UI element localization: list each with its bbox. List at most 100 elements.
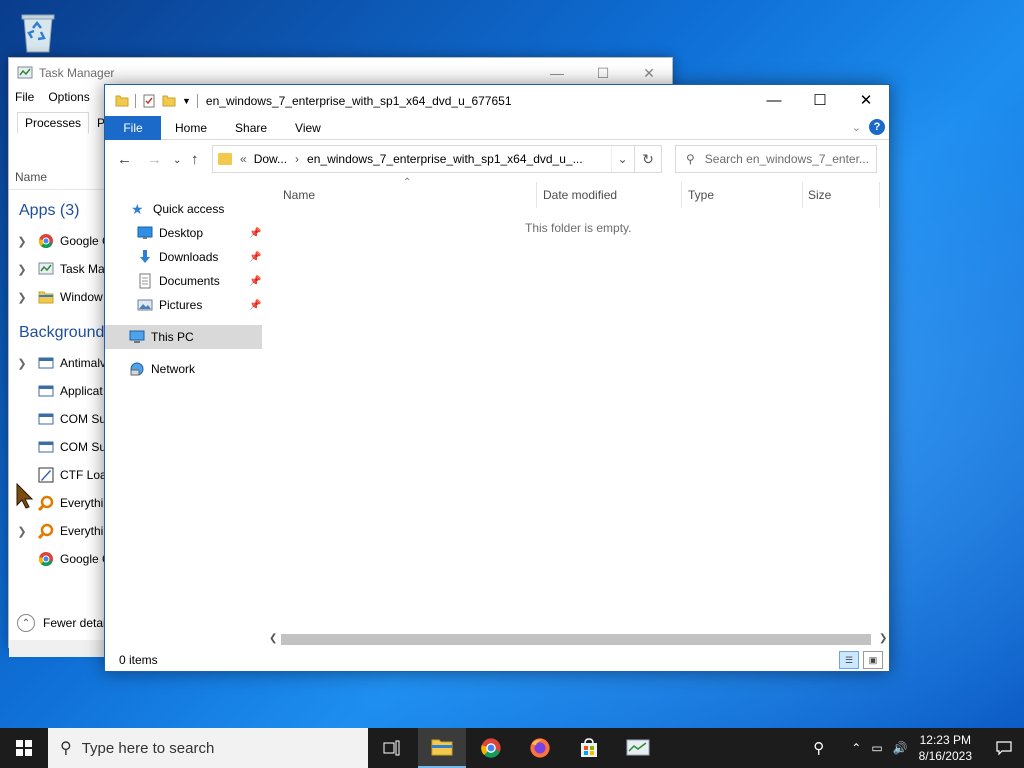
folder-icon [38, 291, 54, 304]
recycle-bin-icon[interactable] [14, 6, 62, 56]
system-tray: ⚲ ⌃ ▭ 🔊 12:23 PM 8/16/2023 [808, 728, 1024, 768]
expand-chevron-icon[interactable]: ❯ [15, 291, 29, 304]
nav-label: Downloads [159, 250, 219, 264]
process-row[interactable]: COM Su [15, 433, 106, 461]
address-dropdown-icon[interactable]: ⌄ [611, 146, 633, 172]
nav-this-pc[interactable]: This PC [129, 326, 194, 348]
notifications-button[interactable] [984, 728, 1024, 768]
expand-chevron-icon[interactable]: ❯ [15, 235, 29, 248]
taskbar-chrome[interactable] [467, 728, 515, 768]
expand-ribbon-icon[interactable]: ⌄ [852, 121, 861, 134]
task-manager-icon [17, 66, 33, 79]
refresh-button[interactable]: ↻ [634, 145, 662, 173]
column-header-size[interactable]: Size [808, 184, 831, 206]
scrollbar-thumb[interactable] [281, 634, 871, 645]
pin-icon[interactable]: 📌 [249, 252, 261, 263]
address-bar[interactable]: « Dow... › en_windows_7_enterprise_with_… [212, 145, 662, 173]
close-button[interactable]: ✕ [843, 85, 889, 115]
task-manager-icon [626, 739, 650, 756]
menu-options[interactable]: Options [48, 90, 89, 104]
tab-view[interactable]: View [281, 116, 335, 140]
clock[interactable]: 12:23 PM 8/16/2023 [919, 732, 972, 764]
file-explorer-window[interactable]: ▼ en_windows_7_enterprise_with_sp1_x64_d… [104, 84, 890, 672]
process-row[interactable]: ❯ Antimalv [15, 349, 106, 377]
taskbar-firefox[interactable] [516, 728, 564, 768]
star-icon: ★ [131, 201, 144, 217]
search-box[interactable]: ⚲ Search en_windows_7_enter... [675, 145, 877, 173]
process-row[interactable]: Google C [15, 545, 111, 573]
firefox-icon [530, 738, 550, 758]
taskbar-file-explorer[interactable] [418, 728, 466, 768]
horizontal-scrollbar[interactable]: ❮ ❯ [265, 631, 890, 648]
breadcrumb-separator-icon[interactable]: › [295, 152, 299, 166]
taskbar-task-manager[interactable] [614, 728, 662, 768]
column-header-type[interactable]: Type [688, 184, 714, 206]
volume-icon[interactable]: 🔊 [893, 741, 908, 755]
process-row[interactable]: Applicat [15, 377, 103, 405]
back-arrow-icon[interactable]: ← [117, 151, 132, 168]
nav-pictures[interactable]: Pictures 📌 [137, 294, 261, 316]
help-icon[interactable]: ? [869, 119, 885, 135]
details-view-icon[interactable]: ☰ [839, 651, 859, 669]
process-row[interactable]: ❯ Google C [15, 227, 111, 255]
quick-access-dropdown-icon[interactable]: ▼ [182, 96, 191, 106]
nav-documents[interactable]: Documents 📌 [137, 270, 261, 292]
breadcrumb-current[interactable]: en_windows_7_enterprise_with_sp1_x64_dvd… [307, 152, 583, 166]
scroll-right-icon[interactable]: ❯ [879, 633, 887, 644]
recent-locations-icon[interactable]: ⌄ [173, 155, 181, 166]
nav-downloads[interactable]: Downloads 📌 [137, 246, 261, 268]
search-placeholder: Search en_windows_7_enter... [704, 152, 869, 166]
notification-icon [996, 741, 1012, 756]
nav-network[interactable]: Network [129, 358, 195, 380]
expand-chevron-icon[interactable]: ❯ [15, 525, 29, 538]
address-overflow[interactable]: « [240, 152, 247, 166]
up-arrow-icon[interactable]: ↑ [191, 151, 199, 168]
column-header-name[interactable]: Name [283, 184, 315, 206]
taskbar-store[interactable] [565, 728, 613, 768]
forward-arrow-icon[interactable]: → [147, 151, 162, 168]
minimize-button[interactable]: — [751, 85, 797, 115]
task-view-button[interactable] [368, 728, 416, 768]
process-row[interactable]: ❯ Task Man [15, 255, 111, 283]
fewer-details-button[interactable]: ⌃ Fewer detail [17, 614, 108, 632]
expand-chevron-icon[interactable]: ❯ [15, 357, 29, 370]
network-icon[interactable]: ▭ [871, 741, 882, 755]
process-label: COM Su [60, 440, 107, 454]
pin-icon[interactable]: 📌 [249, 228, 261, 239]
menu-file[interactable]: File [15, 90, 34, 104]
chrome-icon [481, 738, 501, 758]
breadcrumb-downloads[interactable]: Dow... [254, 152, 287, 166]
group-background-heading: Background [19, 324, 105, 341]
process-row[interactable]: COM Su [15, 405, 106, 433]
column-header-date-modified[interactable]: Date modified [543, 184, 617, 206]
taskbar-search-placeholder: Type here to search [81, 739, 215, 757]
nav-desktop[interactable]: Desktop 📌 [137, 222, 261, 244]
tab-home[interactable]: Home [161, 116, 221, 140]
start-button[interactable] [0, 728, 48, 768]
pin-icon[interactable]: 📌 [249, 276, 261, 287]
maximize-button[interactable]: ☐ [797, 85, 843, 115]
large-icons-view-icon[interactable]: ▣ [863, 651, 883, 669]
tab-file[interactable]: File [105, 115, 161, 140]
ctf-loader-icon [38, 467, 54, 483]
new-folder-icon[interactable] [162, 94, 176, 108]
nav-quick-access[interactable]: ★ Quick access [131, 198, 224, 220]
scroll-left-icon[interactable]: ❮ [269, 633, 277, 644]
file-list-pane[interactable]: ⌃ Name Date modified Type Size This fold… [265, 177, 889, 631]
nav-label: Documents [159, 274, 220, 288]
taskbar: ⚲ Type here to search ⚲ ⌃ ▭ 🔊 12:23 PM 8… [0, 728, 1024, 768]
process-row[interactable]: ❯ Everythi [15, 517, 103, 545]
column-header-name[interactable]: Name [15, 170, 47, 184]
fewer-details-label: Fewer detail [43, 616, 109, 630]
everything-search-icon [38, 495, 54, 511]
chevron-up-icon[interactable]: ⌃ [851, 741, 861, 755]
process-row[interactable]: ❯ Window [15, 283, 102, 311]
pin-icon[interactable]: 📌 [249, 300, 261, 311]
properties-icon[interactable] [142, 94, 156, 108]
tab-processes[interactable]: Processes [17, 112, 90, 134]
expand-chevron-icon[interactable]: ❯ [15, 263, 29, 276]
taskbar-search-box[interactable]: ⚲ Type here to search [48, 728, 368, 768]
tab-share[interactable]: Share [221, 116, 281, 140]
people-icon[interactable]: ⚲ [813, 739, 824, 757]
horizontal-scrollbar[interactable] [9, 640, 105, 657]
